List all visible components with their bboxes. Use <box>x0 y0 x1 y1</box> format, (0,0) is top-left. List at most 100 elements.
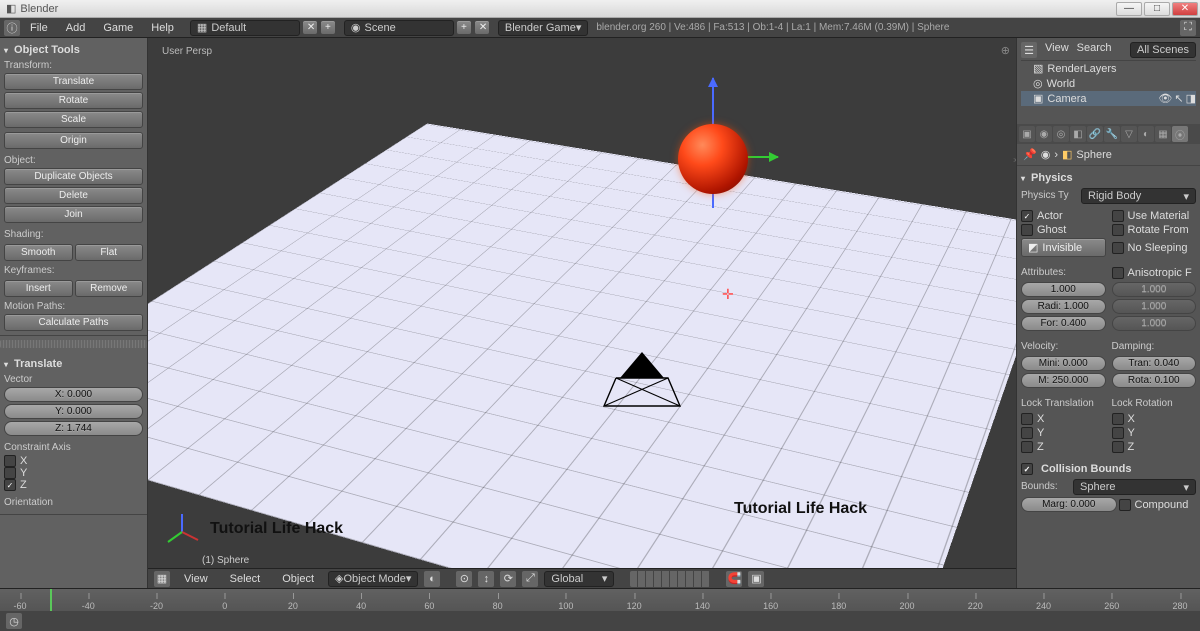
layout-add-button[interactable]: + <box>320 20 336 35</box>
physics-header[interactable]: Physics <box>1021 170 1196 186</box>
join-button[interactable]: Join <box>4 206 143 223</box>
3d-viewport[interactable]: User Persp ⊕ ✛ ✶ Tutorial Life Hack Tuto… <box>148 38 1016 588</box>
rotate-from-checkbox[interactable]: Rotate From <box>1112 224 1197 236</box>
maximize-button[interactable]: □ <box>1144 2 1170 16</box>
timeline-editor-icon[interactable]: ◷ <box>6 613 22 629</box>
delete-button[interactable]: Delete <box>4 187 143 204</box>
insert-keyframe-button[interactable]: Insert <box>4 280 73 297</box>
lock-trans-z[interactable]: Z <box>1021 441 1106 453</box>
outliner-item-world[interactable]: ◎World <box>1021 76 1196 91</box>
manipulator-translate-icon[interactable]: ↕ <box>478 571 494 587</box>
compound-checkbox[interactable]: Compound <box>1119 497 1197 512</box>
outliner-item-renderlayers[interactable]: ▧RenderLayers <box>1021 61 1196 76</box>
prop-tab-constraints[interactable]: 🔗 <box>1087 126 1103 142</box>
manipulator-rotate-icon[interactable]: ⟳ <box>500 571 516 587</box>
translate-panel-header[interactable]: Translate <box>4 356 143 372</box>
translate-button[interactable]: Translate <box>4 73 143 90</box>
orientation-select[interactable]: Global▾ <box>544 571 614 587</box>
viewport-options-icon[interactable]: ⊕ <box>1001 44 1010 57</box>
aniso-z-field[interactable]: 1.000 <box>1112 316 1197 331</box>
damping-rot-field[interactable]: Rota: 0.100 <box>1112 373 1197 388</box>
editor-type-icon[interactable]: ⓘ <box>4 20 20 36</box>
mode-select[interactable]: ◈Object Mode▾ <box>328 571 418 587</box>
aniso-x-field[interactable]: 1.000 <box>1112 282 1197 297</box>
form-factor-field[interactable]: For: 0.400 <box>1021 316 1106 331</box>
outliner-item-camera[interactable]: ▣Camera👁↖◨ <box>1021 91 1196 106</box>
screen-layout-select[interactable]: ▦ Default <box>190 20 300 36</box>
collision-bounds-header[interactable]: Collision Bounds <box>1021 461 1196 477</box>
viewport-menu-view[interactable]: View <box>176 571 216 587</box>
pivot-icon[interactable]: ⊙ <box>456 571 472 587</box>
anisotropic-checkbox[interactable]: Anisotropic F <box>1112 265 1197 280</box>
prop-tab-physics[interactable]: ⦿ <box>1172 126 1188 142</box>
actor-checkbox[interactable]: Actor <box>1021 210 1106 222</box>
sphere-object[interactable] <box>678 124 748 194</box>
origin-button[interactable]: Origin <box>4 132 143 149</box>
render-engine-select[interactable]: Blender Game▾ <box>498 20 588 36</box>
remove-keyframe-button[interactable]: Remove <box>75 280 144 297</box>
velocity-max-field[interactable]: M: 250.000 <box>1021 373 1106 388</box>
duplicate-button[interactable]: Duplicate Objects <box>4 168 143 185</box>
vector-z-field[interactable]: Z: 1.744 <box>4 421 143 436</box>
menu-add[interactable]: Add <box>58 20 94 36</box>
vector-x-field[interactable]: X: 0.000 <box>4 387 143 402</box>
scene-add-button[interactable]: + <box>456 20 472 35</box>
outliner-editor-icon[interactable]: ☰ <box>1021 42 1037 58</box>
smooth-button[interactable]: Smooth <box>4 244 73 261</box>
timeline-ruler[interactable]: -60-40-200204060801001201401601802002202… <box>0 589 1200 611</box>
panel-drag-handle[interactable] <box>0 340 147 348</box>
ghost-checkbox[interactable]: Ghost <box>1021 224 1106 236</box>
viewport-shading-icon[interactable]: ◐ <box>424 571 440 587</box>
lock-rot-z[interactable]: Z <box>1112 441 1197 453</box>
playhead[interactable] <box>50 589 52 611</box>
scene-del-button[interactable]: ✕ <box>474 20 490 35</box>
viewport-menu-object[interactable]: Object <box>274 571 322 587</box>
radius-field[interactable]: Radi: 1.000 <box>1021 299 1106 314</box>
bounds-select[interactable]: Sphere▾ <box>1073 479 1196 495</box>
lock-trans-x[interactable]: X <box>1021 413 1106 425</box>
scale-button[interactable]: Scale <box>4 111 143 128</box>
layers-grid-icon[interactable] <box>630 571 710 587</box>
prop-tab-render[interactable]: ▣ <box>1019 126 1035 142</box>
collision-margin-field[interactable]: Marg: 0.000 <box>1021 497 1117 512</box>
prop-tab-material[interactable]: ◐ <box>1138 126 1154 142</box>
eye-icon[interactable]: 👁 <box>1158 92 1172 105</box>
outliner-filter-select[interactable]: All Scenes <box>1130 42 1196 58</box>
cursor-icon[interactable]: ↖ <box>1174 92 1183 105</box>
constraint-y-checkbox[interactable]: Y <box>4 467 143 479</box>
object-tools-header[interactable]: Object Tools <box>4 42 143 58</box>
physics-type-select[interactable]: Rigid Body▾ <box>1081 188 1196 204</box>
vector-y-field[interactable]: Y: 0.000 <box>4 404 143 419</box>
camera-object[interactable] <box>602 348 702 428</box>
prop-tab-texture[interactable]: ▦ <box>1155 126 1171 142</box>
scene-select[interactable]: ◉ Scene <box>344 20 454 36</box>
rotate-button[interactable]: Rotate <box>4 92 143 109</box>
snap-icon[interactable]: 🧲 <box>726 571 742 587</box>
attr-mass-field[interactable]: 1.000 <box>1021 282 1106 297</box>
lock-trans-y[interactable]: Y <box>1021 427 1106 439</box>
menu-file[interactable]: File <box>22 20 56 36</box>
viewport-menu-select[interactable]: Select <box>222 571 269 587</box>
menu-game[interactable]: Game <box>95 20 141 36</box>
viewport-editor-icon[interactable]: ▦ <box>154 571 170 587</box>
aniso-y-field[interactable]: 1.000 <box>1112 299 1197 314</box>
no-sleeping-checkbox[interactable]: No Sleeping <box>1112 238 1197 257</box>
prop-tab-modifiers[interactable]: 🔧 <box>1104 126 1120 142</box>
invisible-toggle[interactable]: ◩Invisible <box>1021 238 1106 257</box>
manipulator-scale-icon[interactable]: ⤢ <box>522 571 538 587</box>
prop-tab-world[interactable]: ◎ <box>1053 126 1069 142</box>
close-button[interactable]: ✕ <box>1172 2 1198 16</box>
outliner-menu-view[interactable]: View <box>1045 42 1069 58</box>
constraint-z-checkbox[interactable]: Z <box>4 479 143 491</box>
layout-prev-button[interactable]: ✕ <box>302 20 318 35</box>
back-to-previous-icon[interactable]: ⛶ <box>1180 20 1196 36</box>
lamp-object[interactable]: ✶ <box>1012 154 1016 167</box>
flat-button[interactable]: Flat <box>75 244 144 261</box>
use-material-checkbox[interactable]: Use Material <box>1112 210 1197 222</box>
render-icon[interactable]: ◨ <box>1186 92 1196 105</box>
prop-tab-scene[interactable]: ◉ <box>1036 126 1052 142</box>
damping-trans-field[interactable]: Tran: 0.040 <box>1112 356 1197 371</box>
lock-rot-x[interactable]: X <box>1112 413 1197 425</box>
outliner-menu-search[interactable]: Search <box>1077 42 1112 58</box>
calculate-paths-button[interactable]: Calculate Paths <box>4 314 143 331</box>
